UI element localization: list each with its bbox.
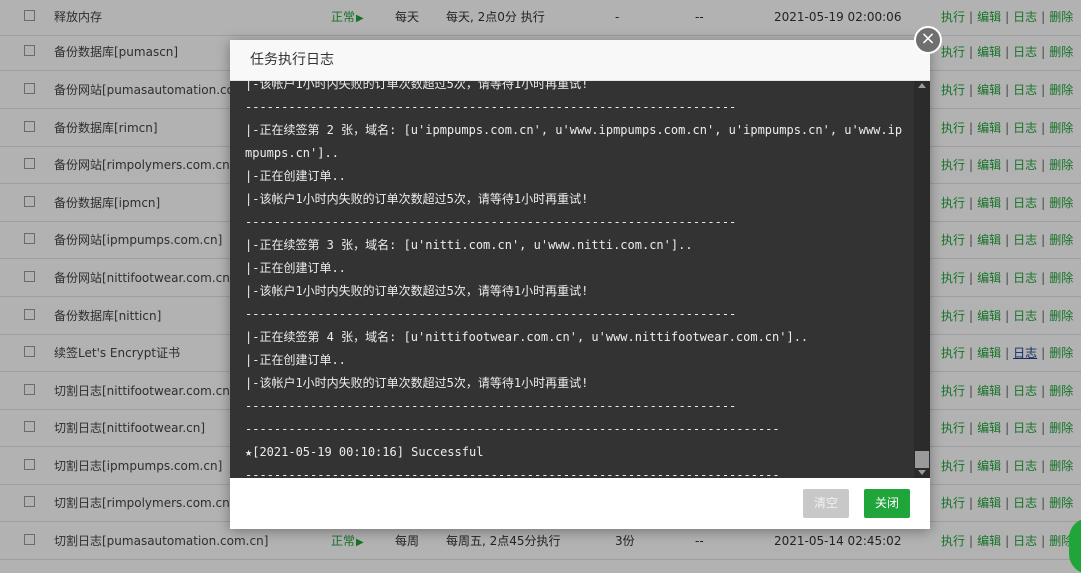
close-dialog-button[interactable]: 关闭 [864,489,910,518]
close-icon[interactable]: × [914,26,942,54]
log-line: ----------------------------------------… [245,100,737,114]
log-line: |-该帐户1小时内失败的订单次数超过5次，请等待1小时再重试! [245,192,589,206]
log-line: ----------------------------------------… [245,215,737,229]
log-line: |-正在创建订单.. [245,353,346,367]
log-line: |-正在创建订单.. [245,169,346,183]
log-line: |-正在创建订单.. [245,261,346,275]
log-line: mpumps.cn'].. [245,146,339,160]
log-line: ★[2021-05-19 00:10:16] Successful [245,445,484,459]
task-log-dialog: 任务执行日志 |-该帐户1小时内失败的订单次数超过5次，请等待1小时再重试! --… [230,26,942,529]
log-line: ----------------------------------------… [245,422,780,436]
log-line: |-该帐户1小时内失败的订单次数超过5次，请等待1小时再重试! [245,284,589,298]
log-output[interactable]: |-该帐户1小时内失败的订单次数超过5次，请等待1小时再重试! ---------… [230,81,914,478]
log-line: ----------------------------------------… [245,307,737,321]
dialog-title: 任务执行日志 [250,52,334,68]
clear-log-button[interactable]: 清空 [803,489,849,518]
log-scrollbar[interactable] [914,81,930,478]
log-line: ----------------------------------------… [245,468,780,478]
log-line: |-正在续签第 4 张，域名: [u'nittifootwear.com.cn'… [245,330,809,344]
scroll-thumb[interactable] [915,451,929,468]
scroll-down-arrow-icon[interactable] [918,470,926,475]
log-line: |-正在续签第 3 张，域名: [u'nitti.com.cn', u'www.… [245,238,693,252]
dialog-header: 任务执行日志 [230,40,930,81]
log-line: |-正在续签第 2 张，域名: [u'ipmpumps.com.cn', u'w… [245,123,903,137]
log-line: |-该帐户1小时内失败的订单次数超过5次，请等待1小时再重试! [245,376,589,390]
log-line: |-该帐户1小时内失败的订单次数超过5次，请等待1小时再重试! [245,81,589,91]
log-line: ----------------------------------------… [245,399,737,413]
scroll-up-arrow-icon[interactable] [918,83,926,88]
dialog-footer: 清空 关闭 [230,478,930,529]
